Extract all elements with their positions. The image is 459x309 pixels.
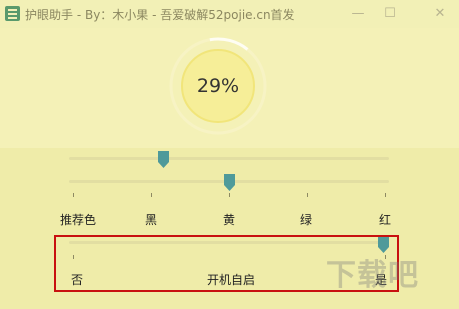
minimize-button[interactable]: —	[348, 4, 368, 24]
slider-1-track[interactable]	[69, 157, 389, 160]
tick-mark	[73, 193, 74, 197]
brightness-gauge: 29%	[168, 36, 268, 136]
slider-1-thumb[interactable]	[158, 151, 169, 168]
color-label-recommended: 推荐色	[60, 213, 97, 227]
tick-mark	[385, 193, 386, 197]
maximize-button[interactable]: ☐	[380, 4, 400, 24]
color-label-green: 绿	[300, 213, 313, 227]
window-title: 护眼助手 - By：木小果 - 吾爱破解52pojie.cn首发	[25, 8, 295, 22]
tick-mark	[229, 193, 230, 197]
title-bar: 护眼助手 - By：木小果 - 吾爱破解52pojie.cn首发 — ☐ ✕	[0, 0, 459, 28]
gauge-panel: 29%	[0, 28, 459, 148]
tick-mark	[307, 193, 308, 197]
color-label-red: 红	[379, 213, 392, 227]
gauge-percent: 29%	[196, 75, 240, 97]
color-label-yellow: 黄	[223, 213, 236, 227]
watermark: 下载吧	[326, 258, 419, 293]
app-icon	[5, 6, 20, 21]
color-label-black: 黑	[145, 213, 158, 227]
tick-mark	[151, 193, 152, 197]
slider-2-thumb[interactable]	[224, 174, 235, 191]
close-button[interactable]: ✕	[430, 4, 450, 24]
